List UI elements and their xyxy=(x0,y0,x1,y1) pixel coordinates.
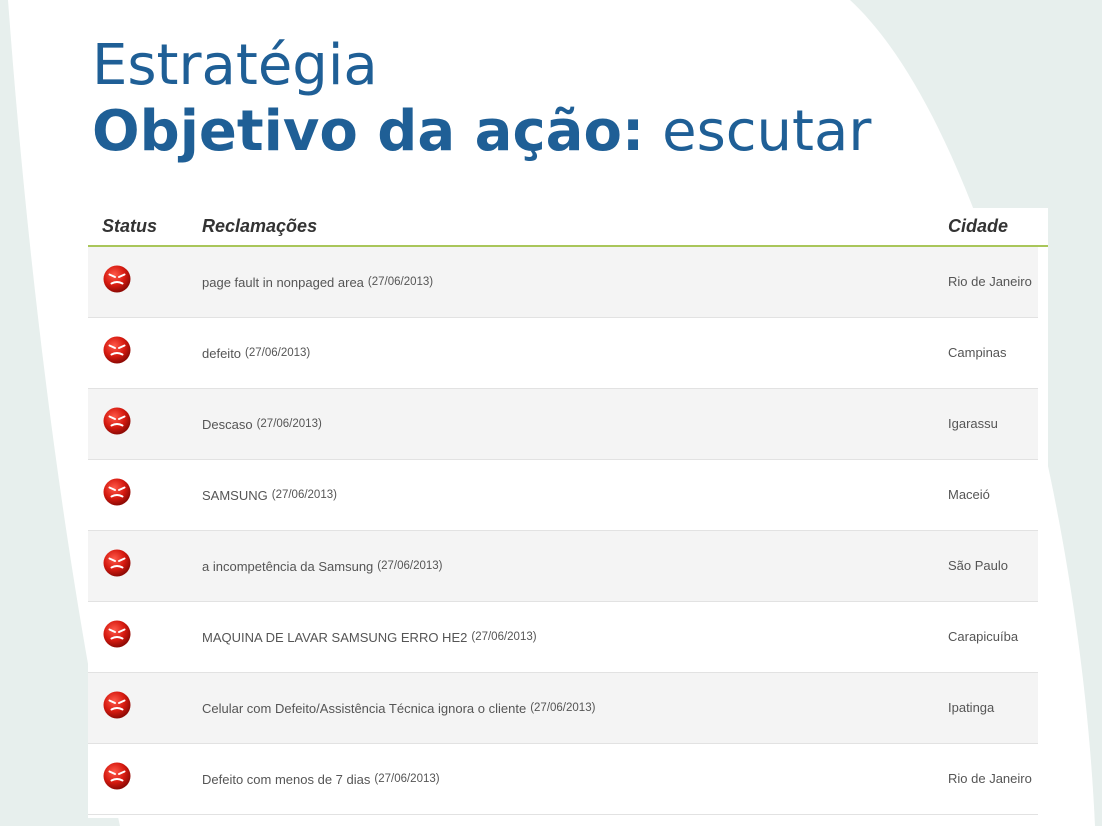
complaint-cell[interactable]: MAQUINA DE LAVAR SAMSUNG ERRO HE2 (27/06/… xyxy=(202,602,922,672)
complaint-date: (27/06/2013) xyxy=(245,347,311,359)
city-cell: Campinas xyxy=(948,345,1007,360)
slide: Estratégia Objetivo da ação: escutar Sta… xyxy=(0,0,1102,826)
complaint-date: (27/06/2013) xyxy=(271,489,337,501)
complaint-text[interactable]: defeito xyxy=(202,346,241,361)
city-cell: Maceió xyxy=(948,487,990,502)
complaint-date: (27/06/2013) xyxy=(256,418,322,430)
complaint-date: (27/06/2013) xyxy=(530,702,596,714)
angry-red-face-icon xyxy=(103,478,131,506)
table-row[interactable]: a incompetência da Samsung (27/06/2013) Sã… xyxy=(88,531,1038,602)
column-header-status[interactable]: Status xyxy=(102,216,157,237)
complaint-cell[interactable]: defeito (27/06/2013) xyxy=(202,318,922,388)
complaint-date: (27/06/2013) xyxy=(377,560,443,572)
city-cell: Rio de Janeiro xyxy=(948,771,1032,786)
city-cell: Ipatinga xyxy=(948,700,995,715)
complaint-date: (27/06/2013) xyxy=(374,773,440,785)
angry-red-face-icon xyxy=(103,620,131,648)
complaint-text[interactable]: Defeito com menos de 7 dias xyxy=(202,772,370,787)
complaint-text[interactable]: MAQUINA DE LAVAR SAMSUNG ERRO HE2 xyxy=(202,630,467,645)
city-cell: Carapicuíba xyxy=(948,629,1019,644)
table-row[interactable]: Celular com Defeito/Assistência Técnica … xyxy=(88,673,1038,744)
complaint-cell[interactable]: Defeito com menos de 7 dias (27/06/2013) xyxy=(202,744,922,814)
slide-title: Estratégia Objetivo da ação: escutar xyxy=(92,38,871,172)
city-cell: Igarassu xyxy=(948,416,998,431)
city-cell: São Paulo xyxy=(948,558,1008,573)
title-line-strategy: Estratégia xyxy=(92,33,378,98)
title-objective-value: escutar xyxy=(662,99,872,164)
column-header-city[interactable]: Cidade xyxy=(948,216,1008,237)
table-row[interactable]: defeito (27/06/2013) Campinas xyxy=(88,318,1038,389)
table-row[interactable]: SAMSUNG (27/06/2013) Maceió xyxy=(88,460,1038,531)
complaint-cell[interactable]: Celular com Defeito/Assistência Técnica … xyxy=(202,673,922,743)
complaint-date: (27/06/2013) xyxy=(367,276,434,288)
complaint-cell[interactable]: a incompetência da Samsung (27/06/2013) xyxy=(202,531,922,601)
table-row[interactable]: Descaso (27/06/2013) Igarassu xyxy=(88,389,1038,460)
complaint-cell[interactable]: page fault in nonpaged area (27/06/2013) xyxy=(202,247,922,317)
complaint-cell[interactable]: SAMSUNG (27/06/2013) xyxy=(202,460,922,530)
angry-red-face-icon xyxy=(103,549,131,577)
complaint-text[interactable]: SAMSUNG xyxy=(202,488,268,503)
complaint-text[interactable]: a incompetência da Samsung xyxy=(202,559,373,574)
table-row[interactable]: MAQUINA DE LAVAR SAMSUNG ERRO HE2 (27/06/… xyxy=(88,602,1038,673)
city-cell: Rio de Janeiro xyxy=(948,274,1032,289)
table-header: Status Reclamações Cidade xyxy=(88,208,1048,247)
title-objective-label: Objetivo da ação: xyxy=(92,99,645,164)
angry-red-face-icon xyxy=(103,407,131,435)
complaint-cell[interactable]: Descaso (27/06/2013) xyxy=(202,389,922,459)
angry-red-face-icon xyxy=(103,762,131,790)
table-body: page fault in nonpaged area (27/06/2013) R… xyxy=(88,247,1038,815)
column-header-complaints[interactable]: Reclamações xyxy=(202,216,317,237)
table-row[interactable]: page fault in nonpaged area (27/06/2013) R… xyxy=(88,247,1038,318)
angry-red-face-icon xyxy=(103,691,131,719)
angry-red-face-icon xyxy=(103,265,131,293)
complaints-table: Status Reclamações Cidade page fault in … xyxy=(88,208,1048,818)
complaint-text[interactable]: page fault in nonpaged area xyxy=(202,275,364,290)
complaint-text[interactable]: Celular com Defeito/Assistência Técnica … xyxy=(202,701,526,716)
complaint-text[interactable]: Descaso xyxy=(202,417,253,432)
table-row[interactable]: Defeito com menos de 7 dias (27/06/2013) R… xyxy=(88,744,1038,815)
complaint-date: (27/06/2013) xyxy=(471,631,537,643)
angry-red-face-icon xyxy=(103,336,131,364)
title-line-objective: Objetivo da ação: escutar xyxy=(92,104,871,172)
